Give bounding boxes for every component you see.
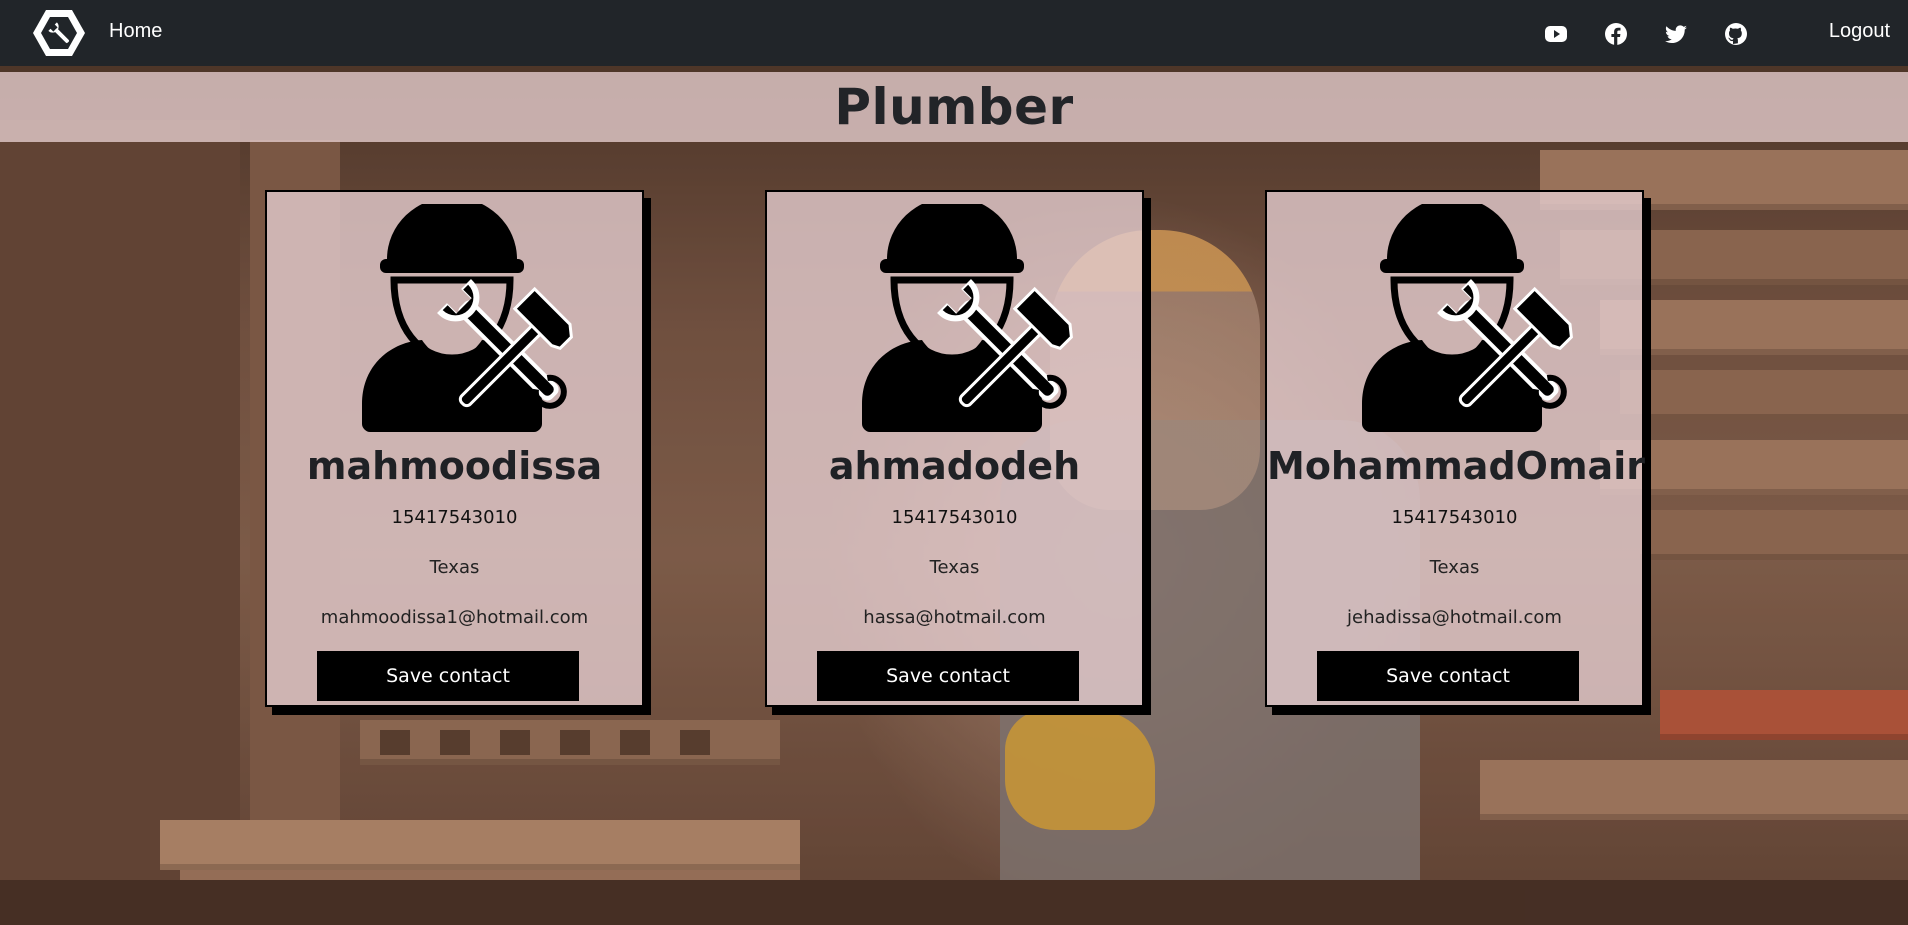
worker-phone: 15417543010 [891, 507, 1018, 528]
page-title: Plumber [834, 78, 1074, 136]
save-contact-button[interactable]: Save contact [317, 651, 579, 701]
save-contact-button[interactable]: Save contact [1317, 651, 1579, 701]
worker-name: ahmadodeh [828, 444, 1081, 488]
worker-with-tools-icon [1342, 197, 1592, 434]
worker-state: Texas [1429, 557, 1480, 578]
worker-card: ahmadodeh 15417543010 Texas hassa@hotmai… [765, 190, 1144, 707]
logout-link[interactable]: Logout [1829, 20, 1890, 43]
github-icon[interactable] [1724, 22, 1748, 46]
wrench-hexagon-logo-icon[interactable] [32, 8, 86, 58]
nav-home-link[interactable]: Home [109, 20, 162, 43]
twitter-icon[interactable] [1664, 22, 1688, 46]
facebook-icon[interactable] [1604, 22, 1628, 46]
top-navbar: Home Logout [0, 0, 1908, 66]
worker-with-tools-icon [342, 197, 592, 434]
worker-email: hassa@hotmail.com [863, 607, 1046, 628]
title-band: Plumber [0, 72, 1908, 142]
worker-state: Texas [929, 557, 980, 578]
worker-card: MohammadOmair 15417543010 Texas jehadiss… [1265, 190, 1645, 707]
worker-email: mahmoodissa1@hotmail.com [320, 607, 589, 628]
save-contact-button[interactable]: Save contact [817, 651, 1079, 701]
worker-email: jehadissa@hotmail.com [1347, 607, 1562, 628]
worker-name: mahmoodissa [306, 444, 603, 488]
worker-phone: 15417543010 [391, 507, 518, 528]
worker-card: mahmoodissa 15417543010 Texas mahmoodiss… [265, 190, 644, 707]
youtube-icon[interactable] [1544, 22, 1568, 46]
worker-phone: 15417543010 [1391, 507, 1518, 528]
worker-name: MohammadOmair [1267, 444, 1645, 488]
worker-with-tools-icon [842, 197, 1092, 434]
worker-state: Texas [429, 557, 480, 578]
